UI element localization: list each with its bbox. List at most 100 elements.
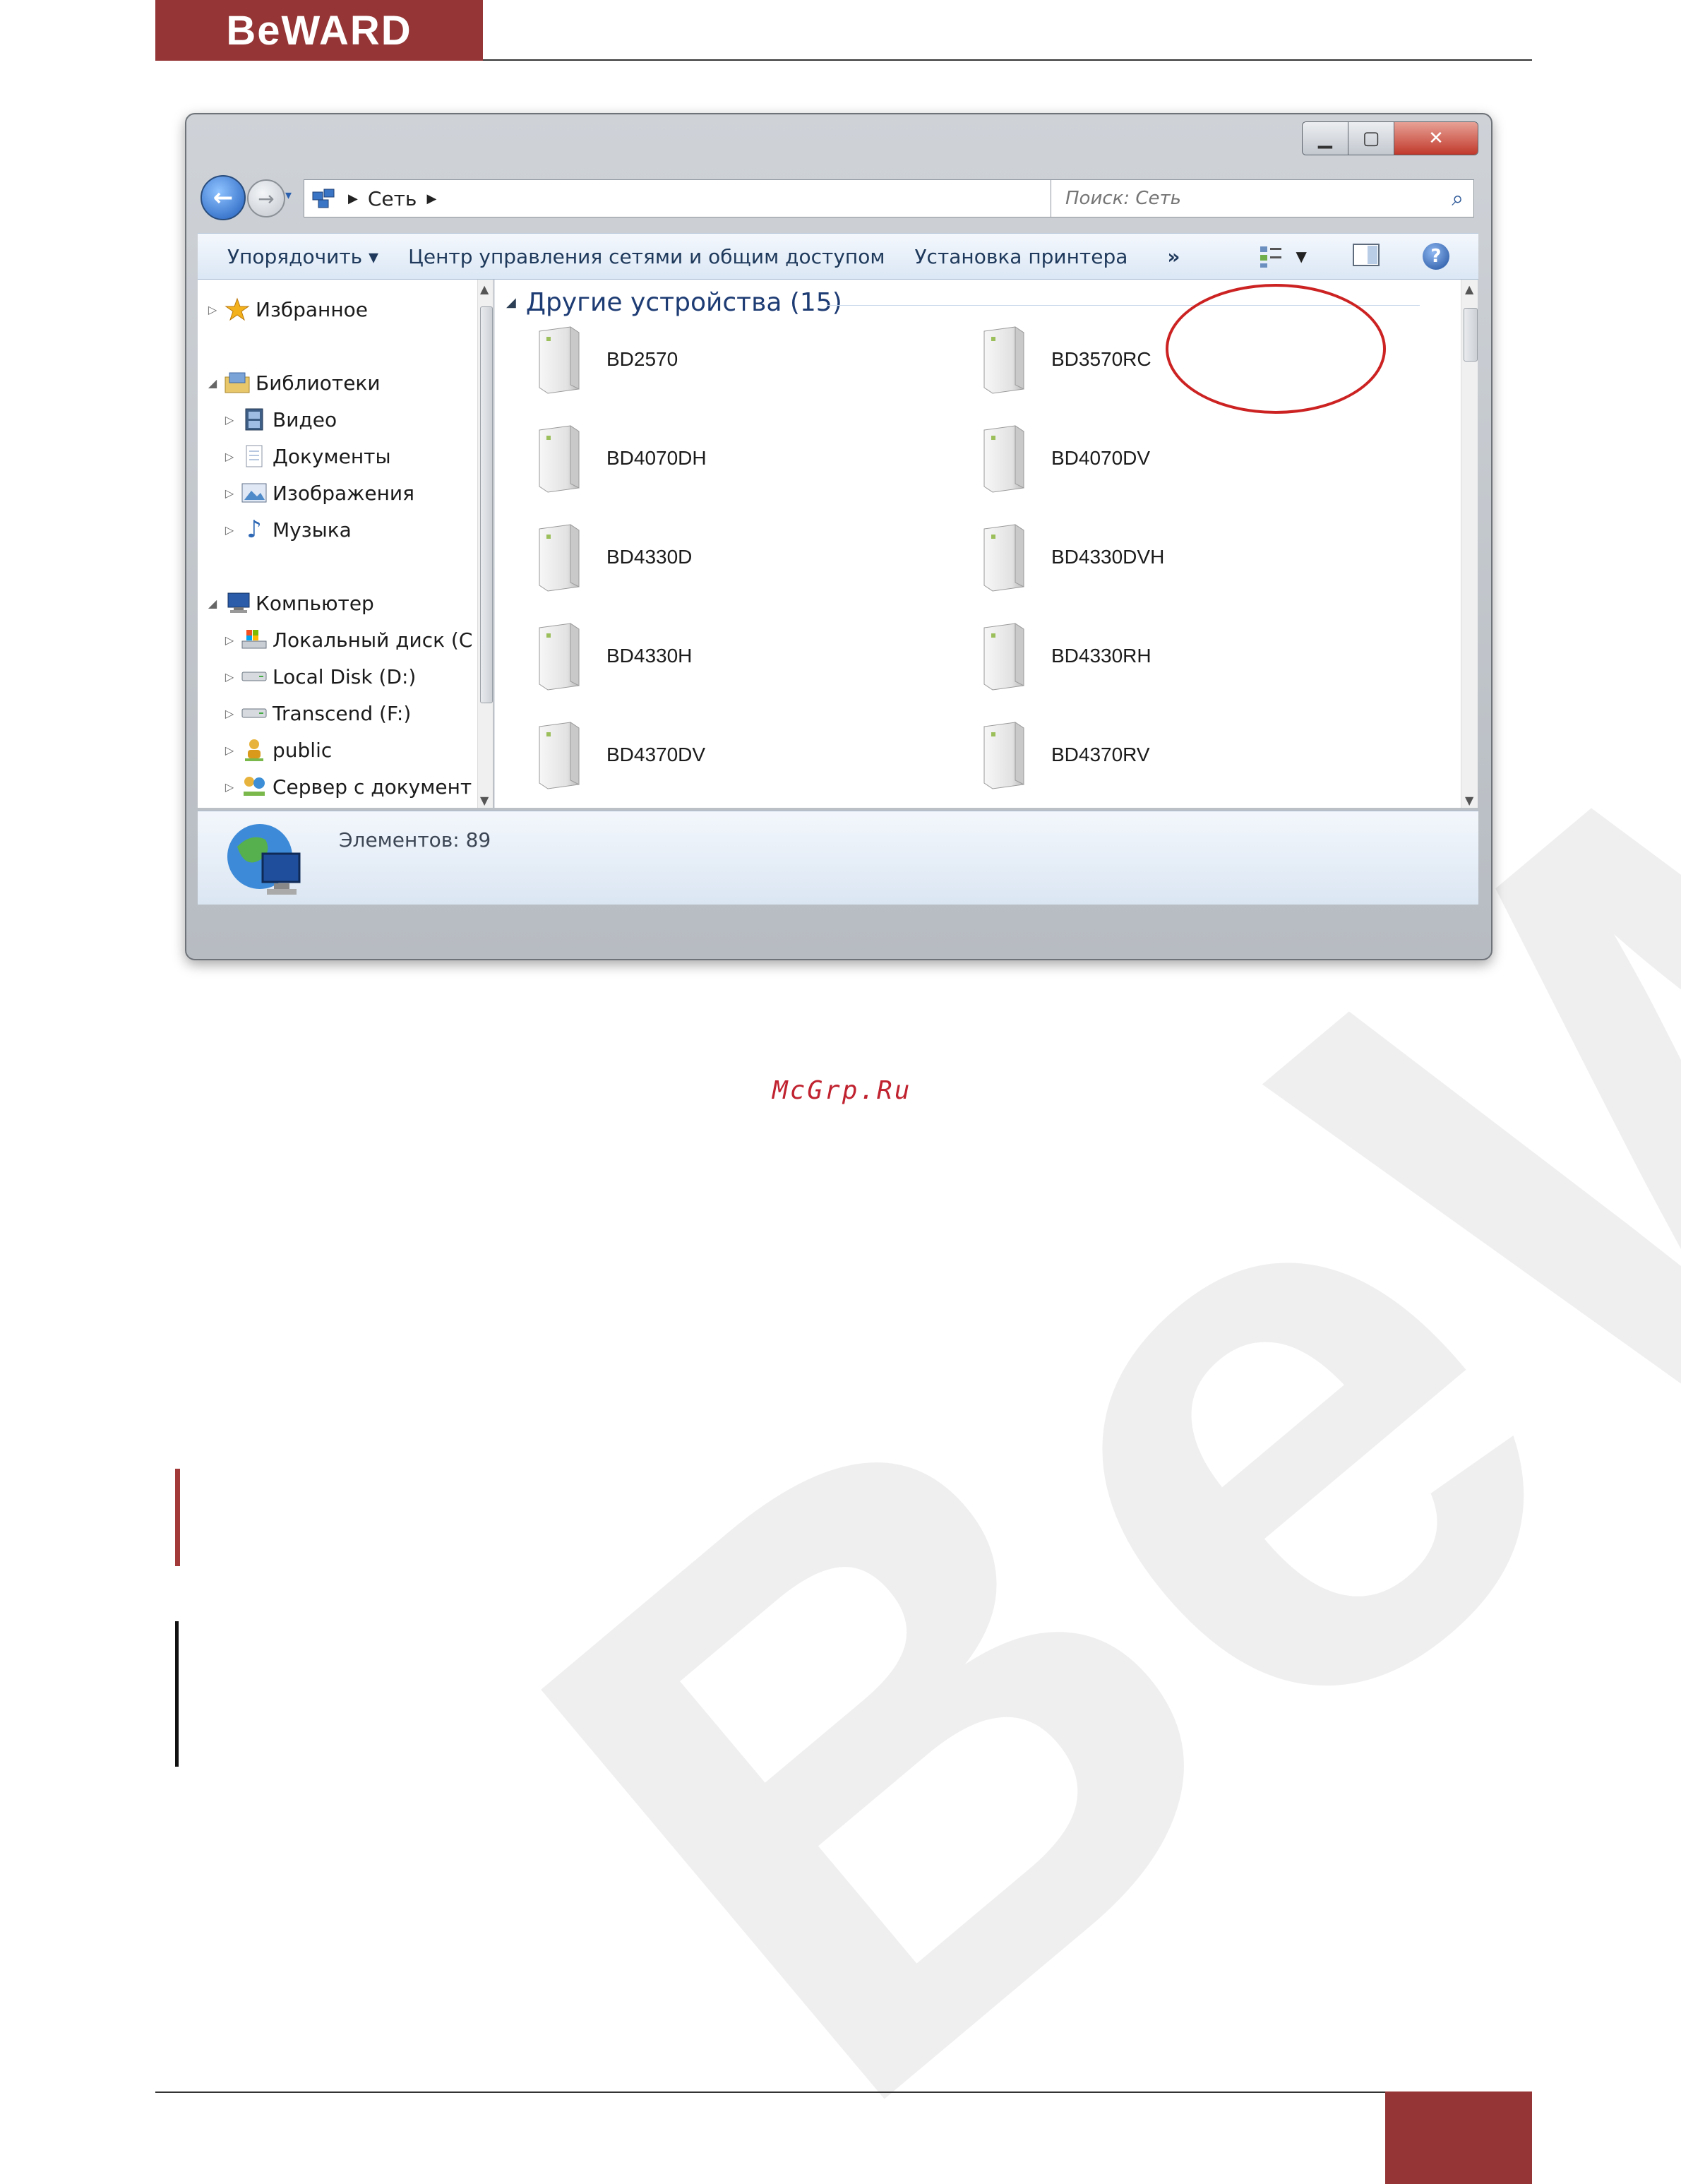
nav-item-document-server[interactable]: ▷ Сервер с документ: [222, 774, 472, 799]
device-icon: [971, 518, 1034, 596]
note-bar-black: [175, 1621, 179, 1767]
nav-item-transcend-f[interactable]: ▷ Transcend (F:): [222, 700, 411, 726]
group-header[interactable]: ◢ Другие устройства (15): [506, 288, 842, 317]
device-icon: [526, 518, 590, 596]
device-item[interactable]: BD4330DVH: [971, 518, 1366, 596]
view-options-icon: [1260, 246, 1282, 268]
expand-arrow-icon[interactable]: ▷: [205, 303, 220, 316]
expand-arrow-icon[interactable]: ▷: [222, 780, 237, 794]
device-item[interactable]: BD4070DV: [971, 419, 1366, 497]
nav-item-local-disk-c[interactable]: ▷ Локальный диск (C: [222, 627, 473, 652]
nav-pane-scroll-thumb[interactable]: [480, 306, 493, 703]
search-input[interactable]: [1064, 187, 1420, 210]
nav-item-label: public: [273, 738, 333, 762]
nav-item-label: Библиотеки: [256, 371, 381, 395]
help-button[interactable]: ?: [1422, 243, 1449, 270]
group-title: Другие устройства (15): [525, 288, 842, 317]
breadcrumb-network[interactable]: Сеть: [368, 187, 417, 210]
nav-item-label: Видео: [273, 407, 337, 431]
drive-icon: [240, 664, 268, 689]
scroll-up-arrow-icon[interactable]: ▲: [1465, 282, 1473, 296]
collapse-arrow-icon[interactable]: ◢: [205, 376, 220, 390]
device-icon: [971, 419, 1034, 497]
content-scroll-thumb[interactable]: [1464, 308, 1478, 362]
nav-item-label: Документы: [273, 444, 391, 468]
device-icon: [526, 716, 590, 794]
header-rule: [483, 59, 1532, 61]
network-server-icon: [240, 774, 268, 799]
device-label: BD4370RV: [1051, 744, 1150, 765]
search-icon[interactable]: ⌕: [1452, 186, 1464, 211]
expand-arrow-icon[interactable]: ▷: [222, 413, 237, 426]
add-printer-button[interactable]: Установка принтера: [914, 245, 1127, 268]
device-label: BD4330RH: [1051, 645, 1151, 667]
minimize-button[interactable]: ▁: [1303, 122, 1348, 155]
libraries-icon: [223, 370, 251, 395]
nav-item-label: Локальный диск (C: [273, 628, 473, 652]
window-controls: ▁ ▢ ✕: [1302, 121, 1478, 155]
recent-pages-dropdown[interactable]: ▾: [285, 188, 299, 205]
device-label: BD4070DH: [606, 447, 707, 469]
footer-rule: [155, 2091, 1385, 2093]
nav-item-local-disk-d[interactable]: ▷ Local Disk (D:): [222, 664, 417, 689]
nav-item-computer[interactable]: ◢ Компьютер: [205, 590, 374, 616]
device-label: BD4330H: [606, 645, 693, 667]
computer-icon: [223, 590, 251, 616]
expand-arrow-icon[interactable]: ▷: [222, 707, 237, 720]
back-arrow-icon: ←: [213, 184, 234, 212]
device-label: BD2570: [606, 348, 678, 370]
collapse-arrow-icon[interactable]: ◢: [205, 597, 220, 610]
close-button[interactable]: ✕: [1394, 122, 1478, 155]
nav-item-libraries[interactable]: ◢ Библиотеки: [205, 370, 381, 395]
breadcrumb-separator-icon[interactable]: ▶: [426, 191, 436, 206]
scroll-down-arrow-icon[interactable]: ▼: [1465, 794, 1473, 807]
drive-icon: [240, 700, 268, 726]
expand-arrow-icon[interactable]: ▷: [222, 633, 237, 647]
search-box: ⌕: [1051, 179, 1474, 217]
star-icon: [223, 297, 251, 322]
organize-button[interactable]: Упорядочить ▾: [227, 245, 378, 268]
device-item[interactable]: BD4370DV: [526, 716, 921, 794]
device-item[interactable]: BD4370RV: [971, 716, 1366, 794]
more-commands-button[interactable]: »: [1167, 245, 1180, 268]
device-item[interactable]: BD4330RH: [971, 617, 1366, 695]
device-item[interactable]: BD2570: [526, 321, 921, 398]
note-bar-red: [175, 1469, 180, 1566]
device-item[interactable]: BD4330H: [526, 617, 921, 695]
expand-arrow-icon[interactable]: ▷: [222, 487, 237, 500]
group-collapse-icon[interactable]: ◢: [506, 295, 516, 310]
device-icon: [526, 419, 590, 497]
user-folder-icon: [240, 737, 268, 763]
nav-item-label: Изображения: [273, 481, 414, 505]
nav-item-public[interactable]: ▷ public: [222, 737, 332, 763]
device-item[interactable]: BD4330D: [526, 518, 921, 596]
scroll-down-arrow-icon[interactable]: ▼: [480, 794, 489, 807]
nav-item-favorites[interactable]: ▷ Избранное: [205, 297, 368, 322]
nav-item-music[interactable]: ▷ ♪ Музыка: [222, 515, 352, 544]
device-icon: [971, 321, 1034, 398]
scroll-up-arrow-icon[interactable]: ▲: [480, 282, 489, 296]
device-label: BD4330D: [606, 546, 693, 568]
expand-arrow-icon[interactable]: ▷: [222, 670, 237, 684]
explorer-window: ▁ ▢ ✕ ← → ▾ ▶ Сеть ▶ ▼ ⇆ ⌕ Упорядочить ▾…: [185, 113, 1492, 960]
nav-item-documents[interactable]: ▷ Документы: [222, 443, 391, 469]
back-button[interactable]: ←: [201, 175, 246, 220]
network-center-button[interactable]: Центр управления сетями и общим доступом: [408, 245, 885, 268]
device-item[interactable]: BD4070DH: [526, 419, 921, 497]
preview-pane-button[interactable]: [1352, 243, 1380, 270]
expand-arrow-icon[interactable]: ▷: [222, 523, 237, 537]
item-count: Элементов: 89: [339, 828, 491, 852]
expand-arrow-icon[interactable]: ▷: [222, 450, 237, 463]
nav-item-video[interactable]: ▷ Видео: [222, 407, 337, 432]
forward-button[interactable]: →: [247, 179, 285, 217]
music-icon: ♪: [246, 515, 262, 544]
logo-text: BeWARD: [226, 7, 412, 54]
maximize-button[interactable]: ▢: [1348, 122, 1394, 155]
expand-arrow-icon[interactable]: ▷: [222, 744, 237, 757]
nav-item-pictures[interactable]: ▷ Изображения: [222, 480, 414, 506]
change-view-button[interactable]: ▼: [1257, 244, 1307, 269]
view-dropdown-icon: ▼: [1296, 248, 1307, 265]
preview-pane-icon: [1352, 244, 1380, 266]
nav-item-label: Избранное: [256, 297, 369, 321]
help-icon: ?: [1430, 246, 1442, 267]
